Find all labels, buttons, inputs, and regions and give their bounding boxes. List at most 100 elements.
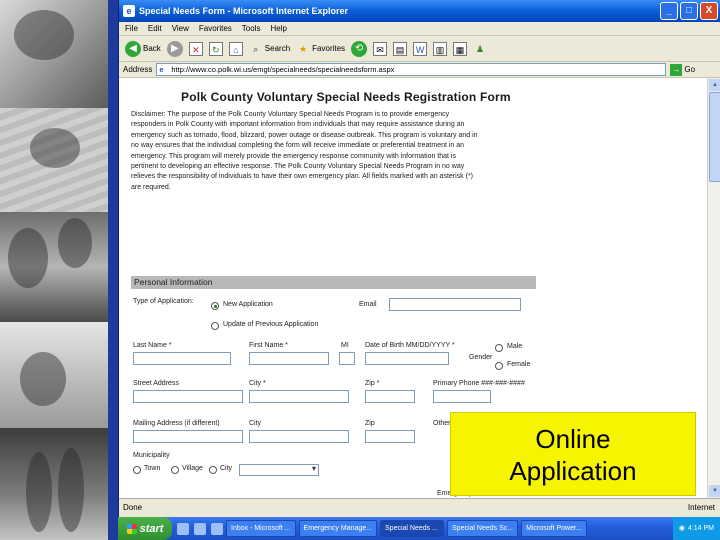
city-option-label: City: [220, 465, 233, 472]
phone-field[interactable]: [433, 390, 491, 403]
mailing-label: Mailing Address (if different): [133, 420, 220, 427]
first-name-field[interactable]: [249, 352, 329, 365]
title-bar: e Special Needs Form - Microsoft Interne…: [119, 0, 720, 22]
back-button[interactable]: ◀ Back: [125, 40, 161, 57]
gender-label: Gender: [469, 354, 493, 361]
clock: 4:14 PM: [687, 525, 714, 532]
mailing-field[interactable]: [133, 430, 243, 443]
menu-favorites[interactable]: Favorites: [199, 24, 232, 33]
system-tray: ◉ 4:14 PM: [672, 517, 720, 540]
mail-icon: ✉: [373, 41, 388, 56]
home-icon: ⌂: [228, 41, 243, 56]
municipality-label: Municipality: [133, 452, 170, 459]
town-label: Town: [144, 465, 161, 472]
other-label: Other: [433, 420, 451, 427]
star-icon: ★: [299, 43, 308, 54]
street-field[interactable]: [133, 390, 243, 403]
go-label: Go: [684, 65, 696, 74]
vertical-scrollbar[interactable]: ▲ ▼: [707, 78, 720, 498]
task-special-needs[interactable]: Special Needs ...: [380, 520, 445, 537]
history-button[interactable]: ⟲: [351, 40, 368, 57]
city-label: City *: [249, 380, 266, 387]
address-input[interactable]: http://www.co.polk.wi.us/emgt/specialnee…: [156, 63, 667, 76]
task-emergency[interactable]: Emergency Manage...: [298, 520, 378, 537]
photo-service-dog: [0, 0, 108, 108]
email-label: Email: [359, 301, 377, 308]
edit-button[interactable]: W: [413, 41, 428, 56]
go-button[interactable]: → Go: [670, 63, 696, 76]
radio-female[interactable]: [495, 362, 503, 370]
radio-new-application[interactable]: [211, 302, 219, 310]
stop-icon: ✕: [188, 41, 203, 56]
section-header: Personal Information: [131, 276, 536, 289]
forward-button[interactable]: ▶: [166, 40, 183, 57]
female-label: Female: [507, 361, 531, 368]
scroll-down-icon[interactable]: ▼: [709, 485, 720, 497]
online-application-callout: Online Application: [450, 412, 696, 496]
zip-field[interactable]: [365, 390, 415, 403]
radio-city[interactable]: [209, 466, 217, 474]
research-button[interactable]: ▦: [453, 41, 468, 56]
zip-label: Zip *: [365, 380, 380, 387]
mi-field[interactable]: [339, 352, 355, 365]
task-special-needs-sc[interactable]: Special Needs Sc...: [447, 520, 519, 537]
maximize-button[interactable]: □: [680, 2, 698, 20]
email-field[interactable]: [389, 298, 521, 311]
discuss-button[interactable]: ▥: [433, 41, 448, 56]
photo-braille-reading: [0, 108, 108, 212]
messenger-button[interactable]: ♟: [473, 42, 487, 56]
quicklaunch-desktop-icon[interactable]: [211, 522, 223, 535]
mi-label: MI: [341, 342, 349, 349]
menu-view[interactable]: View: [172, 24, 189, 33]
male-label: Male: [507, 343, 523, 350]
last-name-field[interactable]: [133, 352, 231, 365]
toolbar: ◀ Back ▶ ✕ ↻ ⌂ ⌕ Search ★ Favorites ⟲ ✉: [119, 36, 720, 62]
address-bar: Address http://www.co.polk.wi.us/emgt/sp…: [119, 62, 720, 78]
stop-button[interactable]: ✕: [188, 41, 203, 56]
home-button[interactable]: ⌂: [228, 41, 243, 56]
start-button[interactable]: start: [118, 517, 172, 540]
mailing-zip-field[interactable]: [365, 430, 415, 443]
city-field[interactable]: [249, 390, 349, 403]
start-label: start: [139, 522, 164, 535]
minimize-button[interactable]: _: [660, 2, 678, 20]
forward-arrow-icon: ▶: [166, 40, 183, 57]
mailing-city-field[interactable]: [249, 430, 349, 443]
radio-update-application[interactable]: [211, 322, 219, 330]
photo-wheelchair: [0, 322, 108, 428]
mail-button[interactable]: ✉: [373, 41, 388, 56]
tray-icon[interactable]: ◉: [679, 517, 685, 540]
quicklaunch-ie-icon[interactable]: [177, 522, 189, 535]
address-label: Address: [123, 65, 153, 74]
ie-icon: e: [123, 5, 135, 17]
menu-file[interactable]: File: [125, 24, 138, 33]
search-icon: ⌕: [253, 43, 259, 54]
photo-caregiver: [0, 212, 108, 322]
close-button[interactable]: X: [700, 2, 718, 20]
scroll-up-icon[interactable]: ▲: [709, 79, 720, 91]
radio-male[interactable]: [495, 344, 503, 352]
refresh-button[interactable]: ↻: [208, 41, 223, 56]
print-button[interactable]: ▤: [393, 41, 408, 56]
municipality-select[interactable]: [239, 464, 319, 476]
menu-help[interactable]: Help: [270, 24, 286, 33]
photo-elderly-walking: [0, 428, 108, 540]
window-title: Special Needs Form - Microsoft Internet …: [139, 6, 349, 16]
menu-edit[interactable]: Edit: [148, 24, 162, 33]
search-button[interactable]: ⌕ Search: [249, 42, 290, 56]
new-application-label: New Application: [223, 301, 273, 308]
menu-tools[interactable]: Tools: [242, 24, 261, 33]
radio-town[interactable]: [133, 466, 141, 474]
form-title: Polk County Voluntary Special Needs Regi…: [181, 90, 511, 104]
callout-line2: Application: [509, 456, 637, 486]
printer-icon: ▤: [393, 41, 408, 56]
task-inbox[interactable]: Inbox - Microsoft ...: [226, 520, 296, 537]
radio-village[interactable]: [171, 466, 179, 474]
last-name-label: Last Name *: [133, 342, 172, 349]
quicklaunch-outlook-icon[interactable]: [194, 522, 206, 535]
task-powerpoint[interactable]: Microsoft Power...: [521, 520, 587, 537]
menu-bar: File Edit View Favorites Tools Help: [119, 22, 720, 36]
favorites-button[interactable]: ★ Favorites: [296, 42, 345, 56]
scroll-thumb[interactable]: [709, 92, 720, 182]
dob-field[interactable]: [365, 352, 449, 365]
